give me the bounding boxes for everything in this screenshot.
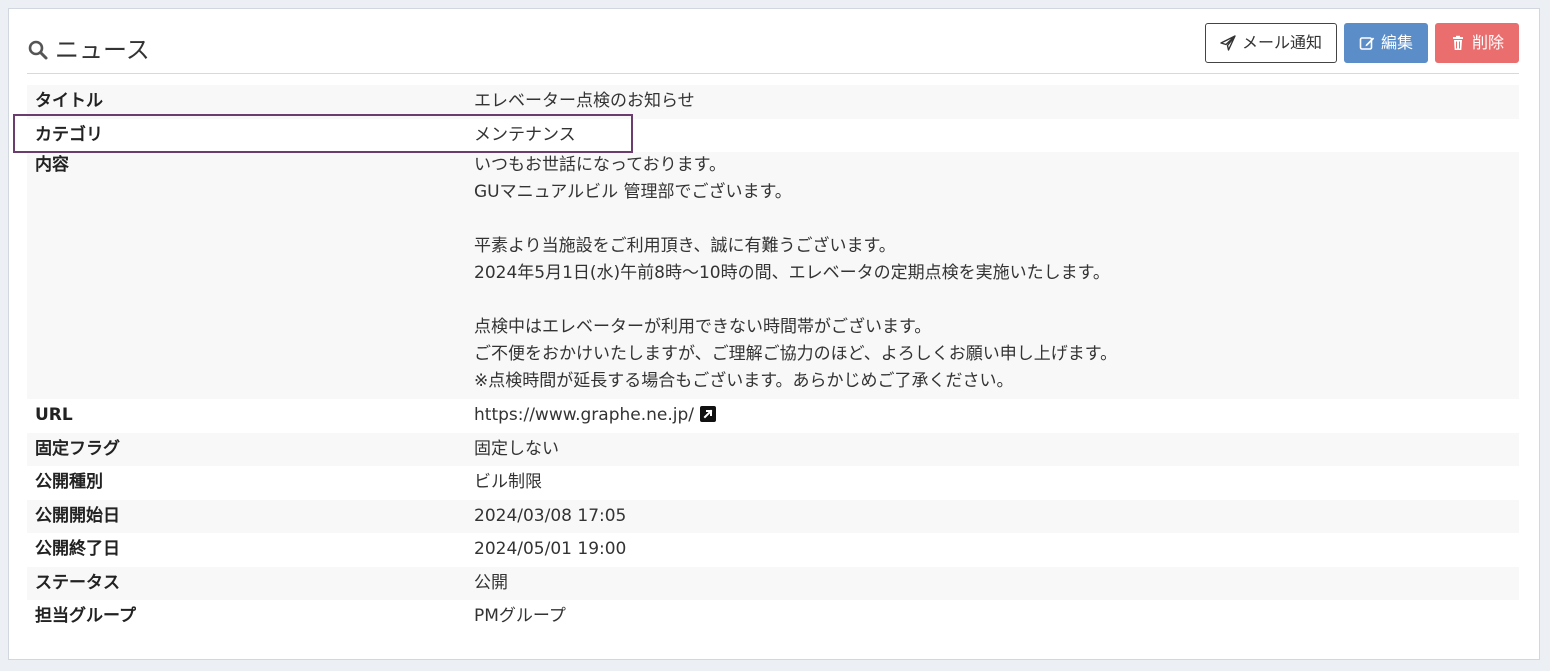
publish-start-value: 2024/03/08 17:05 xyxy=(474,505,627,526)
mail-notify-button[interactable]: メール通知 xyxy=(1204,23,1337,63)
row-status: ステータス 公開 xyxy=(27,566,1519,600)
content-line: 2024年5月1日(水)午前8時～10時の間、エレベータの定期点検を実施いたしま… xyxy=(474,263,1110,283)
delete-button[interactable]: 削除 xyxy=(1434,23,1519,63)
status-value: 公開 xyxy=(474,572,508,593)
category-label: カテゴリ xyxy=(35,124,103,145)
url-label: URL xyxy=(35,405,73,425)
panel-header: ニュース メール通知 編集 削除 xyxy=(27,21,1519,74)
row-content: 内容 いつもお世話になっております。 GUマニュアルビル 管理部でございます。 … xyxy=(27,152,1519,399)
row-fixed-flag: 固定フラグ 固定しない xyxy=(27,432,1519,466)
edit-label: 編集 xyxy=(1380,33,1413,52)
row-group: 担当グループ PMグループ xyxy=(27,600,1519,634)
content-value: いつもお世話になっております。 GUマニュアルビル 管理部でございます。 平素よ… xyxy=(474,152,1117,399)
publish-end-value: 2024/05/01 19:00 xyxy=(474,539,627,559)
page-title-text: ニュース xyxy=(55,36,150,64)
fixed-flag-label: 固定フラグ xyxy=(35,438,120,459)
publish-type-value: ビル制限 xyxy=(474,472,542,492)
row-url: URL https://www.graphe.ne.jp/ xyxy=(27,399,1519,433)
title-value: エレベーター点検のお知らせ xyxy=(474,91,695,111)
news-detail-panel: ニュース メール通知 編集 削除 タイトル エレベーター点検のお知らせ カテゴリ… xyxy=(8,8,1540,660)
url-link[interactable]: https://www.graphe.ne.jp/ xyxy=(474,405,694,425)
page-title: ニュース xyxy=(27,35,150,65)
detail-table: タイトル エレベーター点検のお知らせ カテゴリ メンテナンス 内容 いつもお世話… xyxy=(27,85,1519,634)
trash-icon xyxy=(1450,35,1466,51)
status-label: ステータス xyxy=(35,572,120,593)
row-publish-type: 公開種別 ビル制限 xyxy=(27,466,1519,500)
content-line: 点検中はエレベーターが利用できない時間帯がございます。 xyxy=(474,317,932,337)
content-line: GUマニュアルビル 管理部でございます。 xyxy=(474,182,792,202)
group-label: 担当グループ xyxy=(35,606,136,626)
external-link-icon[interactable] xyxy=(700,401,716,422)
content-line: ※点検時間が延長する場合もございます。あらかじめご了承ください。 xyxy=(474,371,1014,391)
row-publish-start: 公開開始日 2024/03/08 17:05 xyxy=(27,499,1519,533)
row-category: カテゴリ メンテナンス xyxy=(27,119,1519,153)
content-line xyxy=(474,206,1117,233)
category-value: メンテナンス xyxy=(474,124,576,145)
publish-type-label: 公開種別 xyxy=(35,472,103,492)
delete-label: 削除 xyxy=(1471,33,1504,52)
row-title: タイトル エレベーター点検のお知らせ xyxy=(27,85,1519,119)
row-publish-end: 公開終了日 2024/05/01 19:00 xyxy=(27,533,1519,567)
content-line: いつもお世話になっております。 xyxy=(474,155,726,175)
fixed-flag-value: 固定しない xyxy=(474,438,559,459)
paper-plane-icon xyxy=(1220,35,1236,51)
content-line xyxy=(474,287,1117,314)
mail-notify-label: メール通知 xyxy=(1241,33,1322,52)
edit-icon xyxy=(1359,35,1375,51)
publish-end-label: 公開終了日 xyxy=(35,539,120,559)
group-value: PMグループ xyxy=(474,606,566,626)
publish-start-label: 公開開始日 xyxy=(35,505,120,526)
action-buttons: メール通知 編集 削除 xyxy=(1204,23,1519,63)
title-label: タイトル xyxy=(35,91,103,111)
content-line: ご不便をおかけいたしますが、ご理解ご協力のほど、よろしくお願い申し上げます。 xyxy=(474,344,1118,364)
content-label: 内容 xyxy=(35,155,69,175)
edit-button[interactable]: 編集 xyxy=(1343,23,1428,63)
url-value: https://www.graphe.ne.jp/ xyxy=(474,399,716,433)
content-line: 平素より当施設をご利用頂き、誠に有難うございます。 xyxy=(474,236,896,256)
search-icon xyxy=(27,39,49,61)
